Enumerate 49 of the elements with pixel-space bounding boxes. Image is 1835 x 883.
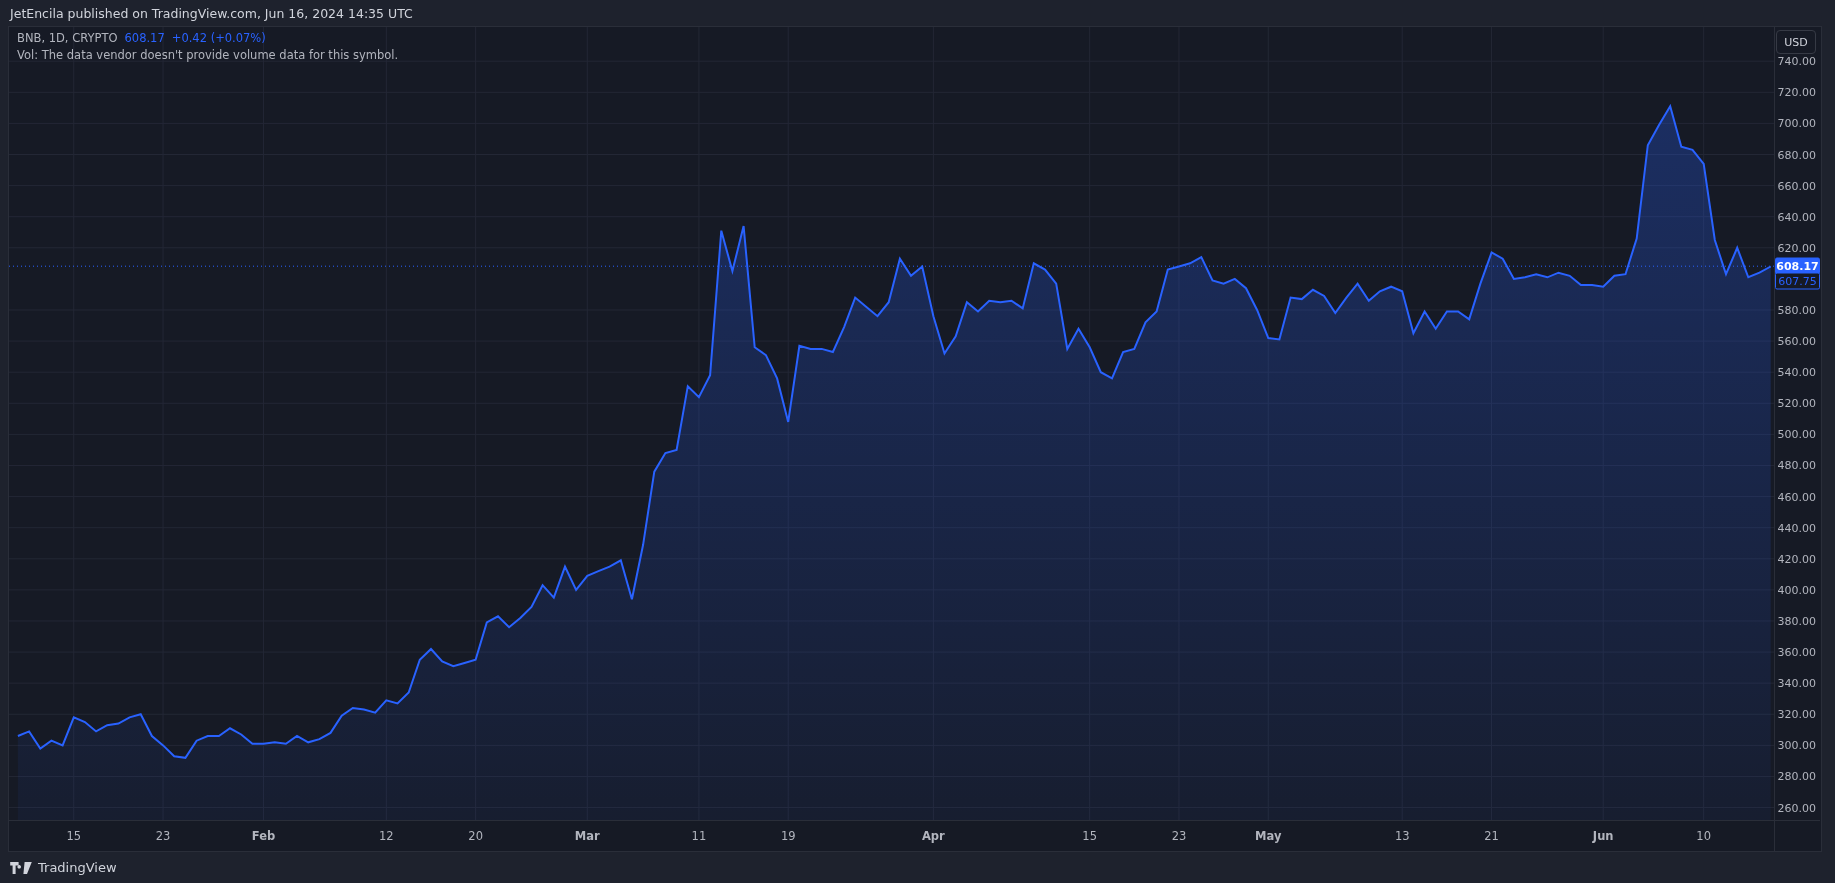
price-axis-label: 420.00 <box>1777 552 1816 566</box>
time-axis-label: 15 <box>1082 829 1097 843</box>
price-axis-label: 660.00 <box>1777 179 1816 193</box>
time-axis-label: 12 <box>379 829 394 843</box>
price-axis-label: 740.00 <box>1777 54 1816 68</box>
time-axis-label: 23 <box>1171 829 1187 843</box>
price-axis-label: 520.00 <box>1777 396 1816 410</box>
time-axis-label: 23 <box>155 829 171 843</box>
time-axis-label: 15 <box>66 829 82 843</box>
time-axis-label: 13 <box>1394 829 1410 843</box>
price-axis-label: 680.00 <box>1777 148 1816 161</box>
time-axis-label: 11 <box>691 829 707 843</box>
price-axis-label: 560.00 <box>1777 334 1816 348</box>
price-axis-label: 480.00 <box>1777 458 1816 472</box>
price-axis-label: 540.00 <box>1777 365 1816 379</box>
volume-note: Vol: The data vendor doesn't provide volume data for this symbol. <box>17 48 399 62</box>
price-tag: 607.75 <box>1775 272 1820 290</box>
price-axis-label: 460.00 <box>1777 490 1816 504</box>
logo-icon <box>10 861 32 874</box>
price-axis-label: 640.00 <box>1777 210 1816 224</box>
publish-info: JetEncila published on TradingView.com, Jun 16, 2024 14:35 UTC <box>10 5 413 21</box>
price-axis-label: 320.00 <box>1777 707 1816 721</box>
time-axis-label: 21 <box>1484 829 1499 843</box>
time-axis-label: Feb <box>251 829 276 843</box>
price-axis-label: 300.00 <box>1777 738 1816 752</box>
time-axis-label: May <box>1255 829 1282 843</box>
price-axis-label: 280.00 <box>1777 769 1816 783</box>
time-axis-label: Jun <box>1592 829 1614 843</box>
price-axis-label: 500.00 <box>1777 427 1816 441</box>
last-price: 608.17 <box>124 31 165 45</box>
time-axis-label: Apr <box>921 829 945 843</box>
price-axis-label: 340.00 <box>1777 676 1816 690</box>
currency-button[interactable]: USD <box>1776 30 1816 54</box>
brand-name: TradingView <box>38 860 117 875</box>
price-axis-label: 360.00 <box>1777 645 1816 659</box>
price-axis-label: 440.00 <box>1777 521 1816 535</box>
time-axis-label: 10 <box>1696 829 1711 843</box>
time-axis-label: 19 <box>780 829 796 843</box>
price-axis-label: 580.00 <box>1777 303 1816 317</box>
price-axis-label: 400.00 <box>1777 583 1816 597</box>
price-change: +0.42 (+0.07%) <box>171 31 266 45</box>
price-axis-label: 260.00 <box>1777 801 1816 815</box>
price-axis-label: 720.00 <box>1777 85 1816 99</box>
price-axis-label: 380.00 <box>1777 614 1816 628</box>
price-axis-label: 700.00 <box>1777 116 1816 130</box>
symbol-label: BNB, 1D, CRYPTO <box>17 31 118 45</box>
price-axis-label: 620.00 <box>1777 241 1816 255</box>
time-axis-label: Mar <box>574 829 600 843</box>
time-axis-label: 20 <box>468 829 483 843</box>
